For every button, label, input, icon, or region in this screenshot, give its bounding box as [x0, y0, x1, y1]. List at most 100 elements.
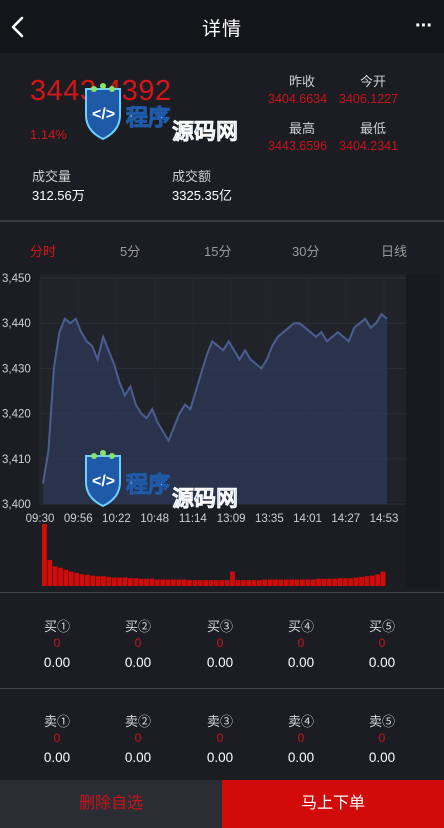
prev-close-label: 昨收 — [289, 74, 316, 89]
volume-bar — [176, 579, 182, 586]
volume-bar — [85, 574, 90, 586]
x-tick-label: 14:53 — [370, 513, 399, 525]
chart-svg: 3,4503,4403,4303,4203,4103,400 09:30 09:5… — [0, 268, 444, 594]
sell-level-5: 卖⑤ 0 0.00 — [368, 714, 396, 765]
buy-level-2: 买② 0 0.00 — [124, 619, 152, 670]
volume-bar — [230, 571, 235, 586]
more-icon[interactable]: ··· — [415, 15, 433, 38]
volume-bar — [257, 580, 262, 586]
volume-bar — [160, 579, 166, 586]
svg-text:程序: 程序 — [126, 105, 170, 131]
tab-5min[interactable]: 5分 — [120, 241, 140, 260]
volume-bar — [154, 579, 160, 586]
x-tick-label: 09:30 — [26, 513, 55, 525]
volume-bar — [359, 576, 364, 586]
volume-bar — [262, 579, 268, 586]
watermark-logo-chart: </> 程序 源码网 — [80, 450, 270, 515]
volume-bar — [321, 578, 327, 586]
low-value: 3404.2341 — [339, 139, 399, 153]
volume-bar — [58, 567, 63, 586]
quote-panel: 3443.4392 1.14% 昨收 今开 3404.6634 3406.122… — [0, 53, 444, 220]
tab-intraday[interactable]: 分时 — [30, 241, 56, 260]
volume-bar — [353, 577, 359, 586]
volume-bar — [326, 578, 332, 586]
open-value: 3406.1227 — [339, 92, 399, 106]
volume-bar — [42, 524, 47, 586]
volume-bar — [251, 580, 257, 586]
sell-level-3: 卖③ 0 0.00 — [206, 714, 234, 765]
volume-bar — [332, 578, 338, 586]
buy-level-4: 买④ 0 0.00 — [287, 619, 315, 670]
volume-bar — [283, 579, 289, 586]
volume-bar — [305, 579, 311, 586]
volume-bar — [208, 580, 214, 586]
turnover-value: 3325.35亿 — [172, 188, 232, 203]
volume-bar — [267, 579, 273, 586]
tab-15min[interactable]: 15分 — [204, 241, 231, 260]
volume-bar — [289, 579, 295, 586]
volume-bar — [364, 576, 370, 586]
svg-text:源码网: 源码网 — [172, 487, 238, 510]
volume-bar — [337, 578, 343, 586]
sell-level-4: 卖④ 0 0.00 — [287, 714, 315, 765]
volume-bar — [369, 575, 375, 586]
svg-text:</>: </> — [92, 106, 115, 123]
volume-bar — [122, 577, 128, 586]
svg-text:程序: 程序 — [126, 472, 170, 498]
volume-bar — [165, 579, 171, 586]
volume-bar — [68, 571, 74, 586]
volume-bar — [171, 579, 176, 586]
remove-watchlist-button[interactable]: 删除自选 — [0, 780, 222, 828]
volume-bar — [316, 578, 321, 586]
volume-bar — [63, 569, 69, 586]
volume-bar — [219, 580, 225, 586]
buy-level-3: 买③ 0 0.00 — [206, 619, 234, 670]
y-tick-label: 3,410 — [2, 454, 31, 466]
volume-bar — [224, 580, 230, 586]
volume-bar — [52, 566, 58, 586]
prev-close-value: 3404.6634 — [268, 92, 328, 106]
page-title: 详情 — [201, 19, 242, 40]
volume-bar — [101, 576, 106, 586]
volume-bar — [246, 580, 252, 586]
volume-bar — [187, 580, 192, 586]
volume-bar — [192, 580, 198, 586]
volume-bar — [106, 576, 112, 586]
volume-value: 312.56万 — [32, 188, 85, 203]
divider — [0, 592, 444, 593]
buy-level-5: 买⑤ 0 0.00 — [368, 619, 396, 670]
volume-bar — [197, 580, 203, 586]
volume-bar — [90, 575, 96, 586]
svg-text:源码网: 源码网 — [172, 120, 238, 143]
order-now-button[interactable]: 马上下单 — [222, 780, 444, 828]
high-label: 最高 — [289, 121, 316, 136]
volume-bar — [47, 559, 53, 586]
volume-bar — [240, 580, 246, 586]
svg-text:</>: </> — [92, 473, 115, 490]
volume-bar — [117, 577, 123, 586]
y-tick-label: 3,430 — [2, 363, 31, 375]
volume-bar — [278, 579, 284, 586]
high-value: 3443.6596 — [268, 139, 328, 153]
sell-level-1: 卖① 0 0.00 — [43, 714, 71, 765]
y-tick-label: 3,400 — [2, 499, 31, 511]
timeframe-tabs: 分时 5分 15分 30分 日线 — [0, 222, 444, 272]
volume-bar — [144, 578, 149, 586]
volume-bar — [273, 579, 278, 586]
volume-bar — [343, 578, 348, 586]
volume-bar — [300, 579, 305, 586]
x-tick-label: 14:27 — [331, 513, 360, 525]
volume-bar — [235, 580, 241, 586]
volume-bar — [181, 579, 187, 586]
x-tick-label: 14:01 — [293, 513, 322, 525]
watermark-logo: </> 程序 源码网 — [80, 83, 270, 148]
volume-bar — [128, 578, 133, 586]
tab-daily[interactable]: 日线 — [381, 241, 407, 260]
tab-30min[interactable]: 30分 — [292, 241, 319, 260]
volume-bar — [310, 579, 316, 586]
volume-bar — [348, 578, 354, 586]
volume-bar — [138, 578, 144, 586]
volume-bar — [111, 577, 117, 586]
open-label: 今开 — [360, 74, 387, 89]
buy-level-1: 买① 0 0.00 — [43, 619, 71, 670]
